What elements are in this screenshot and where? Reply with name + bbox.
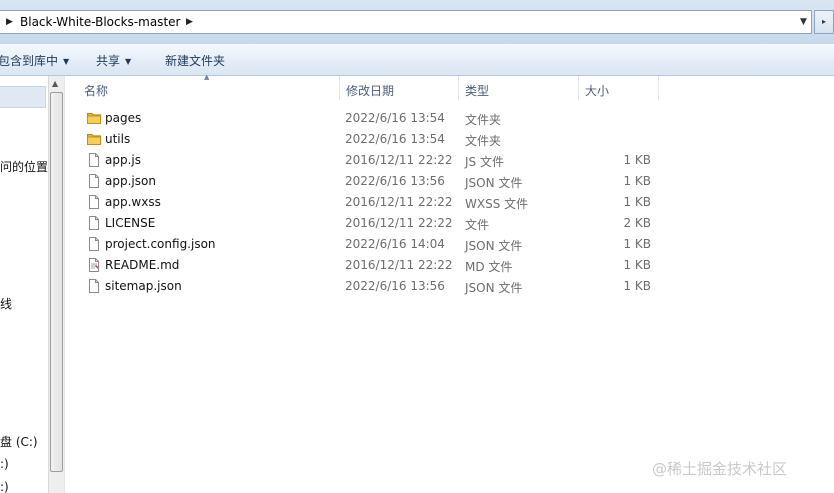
file-modified-date: 2022/6/16 13:56 (345, 174, 445, 188)
file-icon (86, 236, 102, 252)
file-modified-date: 2022/6/16 14:04 (345, 237, 445, 251)
file-name[interactable]: app.wxss (105, 195, 161, 209)
nav-item-drive-c[interactable]: 盘 (C:) (0, 433, 38, 450)
file-row[interactable]: README.md 2016/12/11 22:22 MD 文件 1 KB (86, 255, 686, 276)
file-row[interactable]: pages 2022/6/16 13:54 文件夹 (86, 108, 686, 129)
include-in-library-button[interactable]: 包含到库中 ▼ (0, 52, 69, 69)
chevron-down-icon: ▼ (63, 57, 70, 66)
file-size: 1 KB (623, 279, 651, 293)
file-icon (86, 152, 102, 168)
file-type: 文件 (465, 218, 490, 232)
share-button[interactable]: 共享 ▼ (96, 52, 131, 69)
new-folder-button[interactable]: 新建文件夹 (165, 52, 225, 69)
file-size: 1 KB (623, 153, 651, 167)
file-row[interactable]: project.config.json 2022/6/16 14:04 JSON 文… (86, 234, 686, 255)
file-icon (86, 278, 102, 294)
column-name-label: 名称 (84, 84, 109, 98)
file-size: 1 KB (623, 237, 651, 251)
file-name[interactable]: LICENSE (105, 216, 155, 230)
nav-item-2[interactable]: 线 (0, 295, 12, 312)
file-type: JSON 文件 (465, 176, 523, 190)
breadcrumb-arrow-icon[interactable]: ▶ (6, 17, 13, 27)
file-row[interactable]: app.json 2022/6/16 13:56 JSON 文件 1 KB (86, 171, 686, 192)
file-type: JSON 文件 (465, 281, 523, 295)
refresh-button[interactable]: ▸ (814, 10, 834, 34)
column-type[interactable]: 类型 (459, 76, 579, 100)
file-modified-date: 2022/6/16 13:54 (345, 111, 445, 125)
file-size: 1 KB (623, 195, 651, 209)
breadcrumb-arrow-icon[interactable]: ▶ (186, 17, 193, 27)
file-name[interactable]: utils (105, 132, 130, 146)
file-modified-date: 2016/12/11 22:22 (345, 153, 453, 167)
navigation-pane: 问的位置 线 盘 (C:) :) :) (0, 76, 48, 493)
file-name[interactable]: project.config.json (105, 237, 216, 251)
file-name[interactable]: sitemap.json (105, 279, 182, 293)
nav-item-drive-d[interactable]: :) (0, 457, 9, 471)
column-name[interactable]: ▲ 名称 (66, 73, 340, 100)
scroll-up-icon[interactable]: ▲ (52, 79, 58, 88)
address-dropdown-icon[interactable]: ▼ (800, 17, 807, 27)
nav-scrollbar[interactable]: ▲ (48, 76, 65, 493)
file-type: 文件夹 (465, 134, 502, 148)
share-label: 共享 (96, 54, 121, 68)
file-modified-date: 2016/12/11 22:22 (345, 216, 453, 230)
file-size: 1 KB (623, 174, 651, 188)
file-icon (86, 215, 102, 231)
file-row[interactable]: utils 2022/6/16 13:54 文件夹 (86, 129, 686, 150)
include-in-library-label: 包含到库中 (0, 54, 59, 68)
file-icon (86, 194, 102, 210)
file-modified-date: 2022/6/16 13:54 (345, 132, 445, 146)
file-type: MD 文件 (465, 260, 513, 274)
watermark: @稀土掘金技术社区 (652, 460, 788, 478)
file-type: WXSS 文件 (465, 197, 529, 211)
nav-item-drive-e[interactable]: :) (0, 480, 9, 493)
address-bar[interactable]: ▶ Black-White-Blocks-master ▶ ▼ (0, 10, 812, 34)
file-name[interactable]: pages (105, 111, 141, 125)
address-bar-area: ▶ Black-White-Blocks-master ▶ ▼ ▸ (0, 0, 834, 44)
file-type: 文件夹 (465, 113, 502, 127)
file-name[interactable]: app.js (105, 153, 141, 167)
sort-up-icon: ▲ (204, 73, 210, 81)
folder-icon (86, 131, 102, 147)
file-size: 1 KB (623, 258, 651, 272)
folder-icon (86, 110, 102, 126)
column-modified[interactable]: 修改日期 (340, 76, 459, 100)
file-type: JS 文件 (465, 155, 504, 169)
file-row[interactable]: sitemap.json 2022/6/16 13:56 JSON 文件 1 KB (86, 276, 686, 297)
file-row[interactable]: app.wxss 2016/12/11 22:22 WXSS 文件 1 KB (86, 192, 686, 213)
file-icon (86, 173, 102, 189)
nav-selected-item[interactable] (0, 86, 46, 108)
file-list: ▲ 名称 修改日期 类型 大小 pages 2022/6/16 13:54 文件夹 u… (66, 73, 834, 493)
file-name[interactable]: README.md (105, 258, 179, 272)
column-size[interactable]: 大小 (579, 76, 659, 100)
file-row[interactable]: app.js 2016/12/11 22:22 JS 文件 1 KB (86, 150, 686, 171)
file-modified-date: 2016/12/11 22:22 (345, 195, 453, 209)
file-modified-date: 2016/12/11 22:22 (345, 258, 453, 272)
file-type: JSON 文件 (465, 239, 523, 253)
nav-item-recent-places[interactable]: 问的位置 (0, 158, 48, 175)
toolbar: 包含到库中 ▼ 共享 ▼ 新建文件夹 (0, 44, 834, 76)
file-size: 2 KB (623, 216, 651, 230)
document-icon (86, 257, 102, 273)
file-row[interactable]: LICENSE 2016/12/11 22:22 文件 2 KB (86, 213, 686, 234)
breadcrumb-folder[interactable]: Black-White-Blocks-master (20, 15, 180, 29)
column-header: ▲ 名称 修改日期 类型 大小 (66, 73, 834, 100)
file-modified-date: 2022/6/16 13:56 (345, 279, 445, 293)
file-name[interactable]: app.json (105, 174, 156, 188)
chevron-down-icon: ▼ (125, 57, 132, 66)
scrollbar-thumb[interactable] (50, 92, 63, 472)
